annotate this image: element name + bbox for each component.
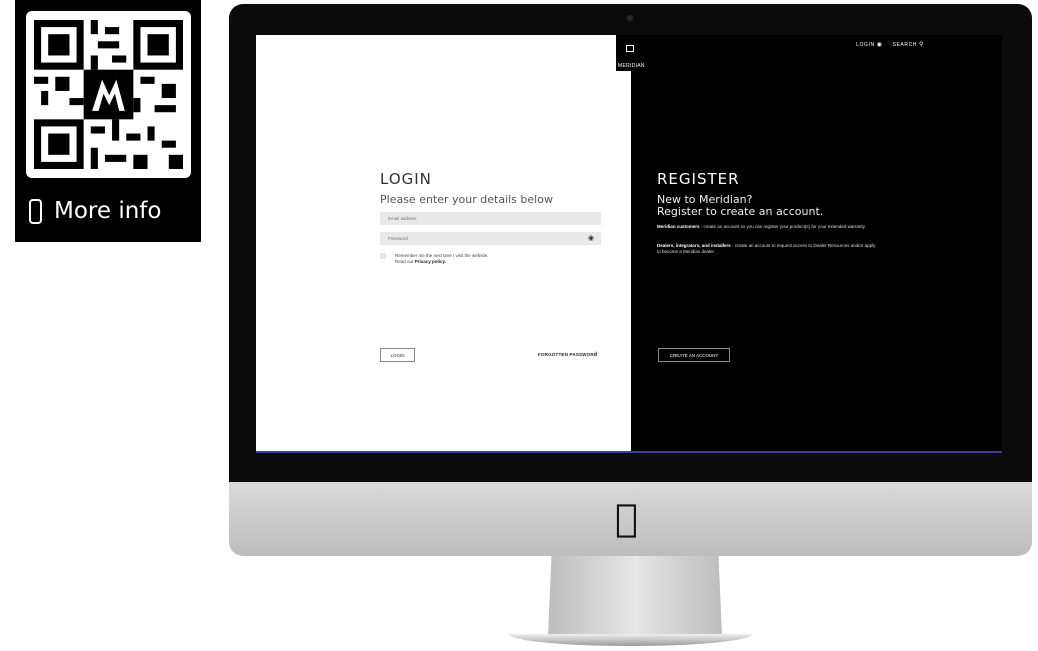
top-nav: LOGIN ◉ SEARCH ⚲ xyxy=(856,41,924,48)
read-our-label: Read our xyxy=(395,259,414,264)
user-icon: ◉ xyxy=(876,42,883,48)
register-pane: REGISTER New to Meridian? Register to cr… xyxy=(631,35,1002,453)
dealers-paragraph: Dealers, integrators, and installers - c… xyxy=(657,243,877,255)
nav-search[interactable]: SEARCH ⚲ xyxy=(893,41,924,48)
imac-stand-base xyxy=(509,634,752,646)
search-icon: ⚲ xyxy=(919,42,924,48)
apple-icon:  xyxy=(615,499,638,537)
email-field[interactable] xyxy=(380,212,601,225)
dealers-bold: Dealers, integrators, and installers xyxy=(657,243,731,248)
login-button[interactable]: LOGIN xyxy=(380,348,415,362)
forgotten-password-link[interactable]: FORGOTTEN PASSWORD xyxy=(538,352,597,357)
nav-search-label: SEARCH xyxy=(892,42,917,48)
privacy-policy-link[interactable]: Privacy policy. xyxy=(415,259,446,264)
imac-stand xyxy=(548,556,722,636)
qr-card: More info xyxy=(15,0,201,242)
register-title: REGISTER xyxy=(657,170,740,188)
more-info-label: More info xyxy=(54,198,162,224)
register-subtitle-2: Register to create an account. xyxy=(657,205,824,218)
meridian-logo[interactable]: MERIDIAN xyxy=(616,35,648,71)
screen: LOGIN Please enter your details below ◉ … xyxy=(256,35,1002,453)
accent-line xyxy=(256,451,1002,453)
customers-bold: Meridian customers xyxy=(657,224,700,229)
eye-icon[interactable]: ◉ xyxy=(588,234,594,242)
qr-code[interactable] xyxy=(26,11,191,178)
password-field[interactable] xyxy=(380,232,601,245)
nav-login[interactable]: LOGIN ◉ xyxy=(856,41,882,48)
logo-mark-icon xyxy=(626,45,634,52)
phone-icon xyxy=(29,198,42,224)
remember-text: Remember me the next time I visit the we… xyxy=(395,253,489,265)
remember-label: Remember me the next time I visit the we… xyxy=(395,253,489,258)
more-info-link[interactable]: More info xyxy=(29,198,161,224)
qr-code-icon xyxy=(34,20,183,169)
camera-dot xyxy=(627,15,633,21)
login-title: LOGIN xyxy=(380,170,432,188)
nav-login-label: LOGIN xyxy=(856,42,875,48)
logo-text: MERIDIAN xyxy=(618,63,645,69)
login-subtitle: Please enter your details below xyxy=(380,193,553,206)
create-account-button[interactable]: CREATE AN ACCOUNT xyxy=(658,348,730,362)
chevron-right-icon[interactable]: › xyxy=(595,350,597,357)
customers-paragraph: Meridian customers - create an account s… xyxy=(657,224,877,230)
login-pane: LOGIN Please enter your details below ◉ … xyxy=(256,35,631,453)
remember-checkbox[interactable] xyxy=(380,253,386,259)
customers-text: - create an account so you can register … xyxy=(699,224,866,229)
